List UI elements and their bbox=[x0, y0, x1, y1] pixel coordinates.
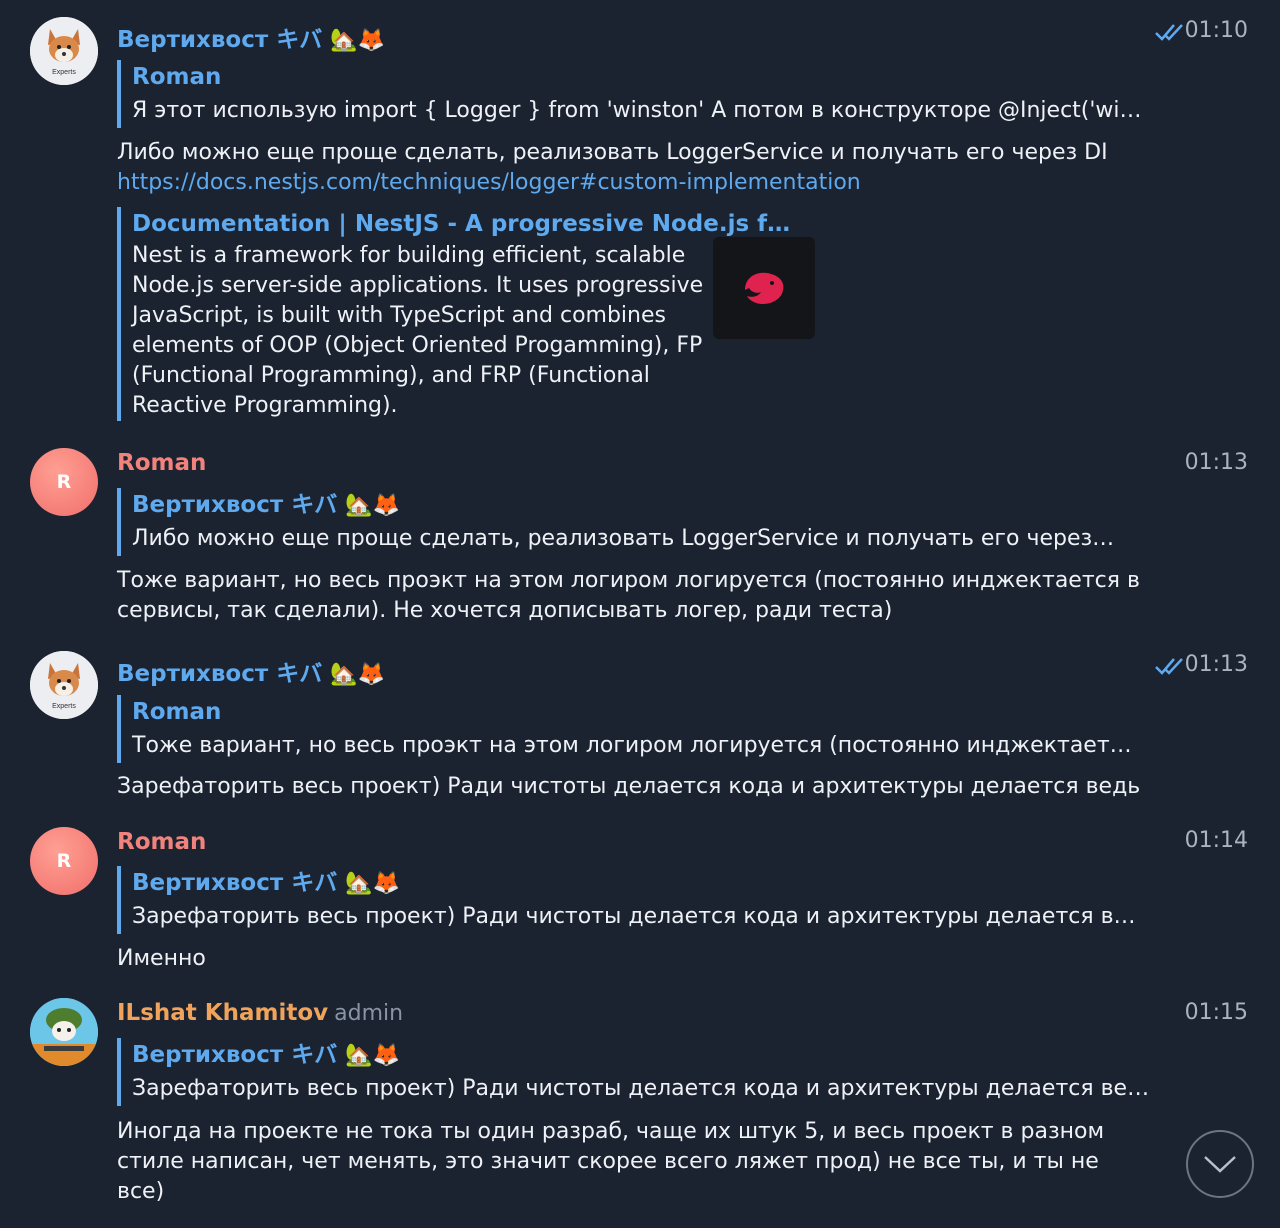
reply-quote[interactable]: Roman Тоже вариант, но весь проэкт на эт… bbox=[117, 695, 1132, 763]
message-text: Либо можно еще проще сделать, реализоват… bbox=[117, 138, 1157, 198]
sender-emoji: 🏡🦊 bbox=[330, 28, 386, 53]
reply-text: Либо можно еще проще сделать, реализоват… bbox=[132, 526, 1115, 551]
message-time: 01:13 bbox=[1184, 450, 1248, 475]
reply-name: Вертихвост キバ 🏡🦊 bbox=[132, 488, 1114, 522]
message-time: 01:14 bbox=[1184, 828, 1248, 853]
reply-emoji: 🏡🦊 bbox=[345, 871, 401, 896]
avatar[interactable]: Experts bbox=[30, 17, 98, 85]
scroll-down-button[interactable] bbox=[1186, 1130, 1254, 1198]
fox-avatar-image: Experts bbox=[30, 17, 98, 85]
avatar[interactable]: R bbox=[30, 448, 98, 516]
reply-name: Roman bbox=[132, 64, 222, 90]
fox-avatar-image: Experts bbox=[30, 651, 98, 719]
link-preview[interactable]: Documentation | NestJS - A progressive N… bbox=[117, 207, 817, 421]
reply-name: Вертихвост キバ 🏡🦊 bbox=[132, 1038, 1149, 1072]
message-text: Зарефаторить весь проект) Ради чистоты д… bbox=[117, 774, 1141, 799]
sender-name[interactable]: Roman bbox=[117, 450, 206, 476]
reply-name-label: Вертихвост キバ bbox=[132, 1042, 338, 1068]
admin-badge: admin bbox=[334, 1001, 404, 1026]
message-body: Либо можно еще проще сделать, реализоват… bbox=[117, 140, 1108, 165]
sender-name[interactable]: ILshat Khamitov admin bbox=[117, 1000, 403, 1026]
message-text: Иногда на проекте не тока ты один разраб… bbox=[117, 1119, 1105, 1204]
avatar-caption: Experts bbox=[52, 69, 76, 76]
reply-emoji: 🏡🦊 bbox=[345, 1043, 401, 1068]
preview-description: Nest is a framework for building efficie… bbox=[132, 243, 704, 418]
nestjs-logo-icon[interactable] bbox=[713, 237, 815, 339]
message[interactable]: R Roman 01:13 Вертихвост キバ 🏡🦊 Либо можн… bbox=[0, 440, 1280, 640]
soldier-avatar-image bbox=[30, 998, 98, 1066]
double-check-icon bbox=[1155, 24, 1183, 41]
sender-label: ILshat Khamitov bbox=[117, 1000, 329, 1026]
avatar[interactable]: R bbox=[30, 827, 98, 895]
reply-emoji: 🏡🦊 bbox=[345, 493, 401, 518]
avatar-caption: Experts bbox=[52, 703, 76, 710]
message-link[interactable]: https://docs.nestjs.com/techniques/logge… bbox=[117, 168, 1157, 198]
reply-text: Зарефаторить весь проект) Ради чистоты д… bbox=[132, 1076, 1150, 1101]
message[interactable]: R Roman 01:14 Вертихвост キバ 🏡🦊 Зарефатор… bbox=[0, 820, 1280, 990]
message[interactable]: Experts Вертихвост キバ 🏡🦊 01:10 Roman Я э… bbox=[0, 0, 1280, 440]
chevron-down-icon bbox=[1204, 1156, 1236, 1173]
avatar-letter: R bbox=[56, 471, 72, 493]
reply-name: Вертихвост キバ 🏡🦊 bbox=[132, 866, 1136, 900]
message-time: 01:10 bbox=[1184, 18, 1248, 43]
reply-name-label: Вертихвост キバ bbox=[132, 492, 338, 518]
reply-text: Я этот использую import { Logger } from … bbox=[132, 98, 1142, 123]
sender-name[interactable]: Вертихвост キバ 🏡🦊 bbox=[117, 654, 385, 688]
reply-name-label: Вертихвост キバ bbox=[132, 870, 338, 896]
message[interactable]: ILshat Khamitov admin 01:15 Вертихвост キバ… bbox=[0, 990, 1280, 1228]
sender-label: Вертихвост キバ bbox=[117, 661, 323, 687]
preview-title[interactable]: Documentation | NestJS - A progressive N… bbox=[132, 207, 817, 241]
sender-name[interactable]: Roman bbox=[117, 829, 206, 855]
sender-emoji: 🏡🦊 bbox=[330, 662, 386, 687]
message-time: 01:13 bbox=[1184, 652, 1248, 677]
avatar[interactable] bbox=[30, 998, 98, 1066]
message-text: Именно bbox=[117, 946, 206, 971]
reply-text: Тоже вариант, но весь проэкт на этом лог… bbox=[132, 733, 1132, 758]
reply-name: Roman bbox=[132, 699, 222, 725]
reply-quote[interactable]: Вертихвост キバ 🏡🦊 Либо можно еще проще сд… bbox=[117, 488, 1114, 556]
reply-quote[interactable]: Вертихвост キバ 🏡🦊 Зарефаторить весь проек… bbox=[117, 1038, 1149, 1106]
avatar[interactable]: Experts bbox=[30, 651, 98, 719]
double-check-icon bbox=[1155, 658, 1183, 675]
message[interactable]: Experts Вертихвост キバ 🏡🦊 01:13 Roman Тож… bbox=[0, 640, 1280, 820]
reply-quote[interactable]: Roman Я этот использую import { Logger }… bbox=[117, 60, 1142, 128]
reply-text: Зарефаторить весь проект) Ради чистоты д… bbox=[132, 904, 1136, 929]
avatar-letter: R bbox=[56, 850, 72, 872]
message-text: Тоже вариант, но весь проэкт на этом лог… bbox=[117, 568, 1140, 623]
reply-quote[interactable]: Вертихвост キバ 🏡🦊 Зарефаторить весь проек… bbox=[117, 866, 1136, 934]
message-time: 01:15 bbox=[1184, 1000, 1248, 1025]
sender-name[interactable]: Вертихвост キバ 🏡🦊 bbox=[117, 20, 385, 54]
sender-label: Вертихвост キバ bbox=[117, 27, 323, 53]
